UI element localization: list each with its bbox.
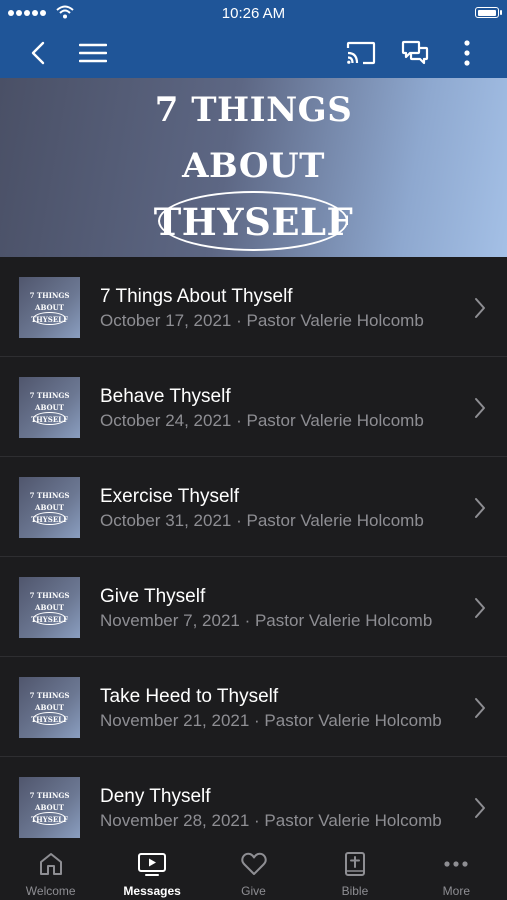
message-title: Give Thyself: [100, 586, 206, 607]
message-row[interactable]: 7 THINGS ABOUT THYSELF Exercise Thyself …: [0, 457, 507, 557]
thumbnail-line-3: THYSELF: [30, 815, 69, 824]
tab-label: Give: [241, 884, 266, 898]
message-title: Take Heed to Thyself: [100, 686, 279, 707]
menu-button[interactable]: [76, 28, 110, 78]
tab-label: Messages: [123, 884, 181, 898]
tab-bible[interactable]: Bible: [304, 845, 405, 900]
chevron-right-icon: [475, 398, 485, 418]
thumbnail-line-2: ABOUT: [35, 403, 64, 412]
chevron-right-icon: [475, 498, 485, 518]
thumbnail-line-1: 7 THINGS: [29, 591, 70, 600]
thumbnail-line-1: 7 THINGS: [29, 391, 70, 400]
message-row[interactable]: 7 THINGS ABOUT THYSELF Take Heed to Thys…: [0, 657, 507, 757]
hamburger-menu-icon: [79, 43, 107, 63]
back-button[interactable]: [22, 28, 54, 78]
thumbnail-line-2: ABOUT: [35, 503, 64, 512]
tab-label: Welcome: [25, 884, 76, 898]
thumbnail-line-3: THYSELF: [30, 415, 69, 424]
thumbnail-line-3: THYSELF: [30, 515, 69, 524]
thumbnail-line-1: 7 THINGS: [29, 691, 70, 700]
banner-line-2: ABOUT: [182, 146, 325, 186]
chevron-right-icon: [475, 698, 485, 718]
message-row[interactable]: 7 THINGS ABOUT THYSELF Deny Thyself Nove…: [0, 757, 507, 845]
message-title: Deny Thyself: [100, 786, 211, 807]
thumbnail-line-2: ABOUT: [35, 603, 64, 612]
cast-icon: [346, 41, 376, 65]
message-date-speaker: October 31, 2021 · Pastor Valerie Holcom…: [100, 511, 424, 530]
tab-label: More: [442, 884, 470, 898]
tab-welcome[interactable]: Welcome: [0, 845, 101, 900]
status-bar: 10:26 AM: [0, 0, 507, 28]
more-icon: [444, 861, 468, 867]
message-row[interactable]: 7 THINGS ABOUT THYSELF Behave Thyself Oc…: [0, 357, 507, 457]
thumbnail-line-3: THYSELF: [30, 315, 69, 324]
chat-button[interactable]: [398, 28, 432, 78]
heart-icon: [240, 852, 267, 875]
thumbnail-line-2: ABOUT: [35, 703, 64, 712]
message-date-speaker: November 28, 2021 · Pastor Valerie Holco…: [100, 811, 442, 830]
tab-label: Bible: [341, 884, 369, 898]
bottom-tab-bar: Welcome Messages Give Bible More: [0, 845, 507, 900]
overflow-menu-button[interactable]: [455, 28, 479, 78]
message-thumbnail: 7 THINGS ABOUT THYSELF: [19, 777, 80, 838]
chevron-right-icon: [475, 798, 485, 818]
bible-icon: [344, 852, 365, 876]
series-banner: 7 THINGS ABOUT THYSELF: [0, 78, 507, 257]
message-date-speaker: November 21, 2021 · Pastor Valerie Holco…: [100, 711, 442, 730]
message-title: Exercise Thyself: [100, 486, 240, 507]
message-thumbnail: 7 THINGS ABOUT THYSELF: [19, 277, 80, 338]
message-list: 7 THINGS ABOUT THYSELF 7 Things About Th…: [0, 257, 507, 845]
banner-line-1: 7 THINGS: [154, 90, 353, 130]
tab-give[interactable]: Give: [203, 845, 304, 900]
message-row[interactable]: 7 THINGS ABOUT THYSELF Give Thyself Nove…: [0, 557, 507, 657]
battery-icon: [475, 7, 502, 18]
tab-messages[interactable]: Messages: [101, 845, 202, 900]
message-thumbnail: 7 THINGS ABOUT THYSELF: [19, 577, 80, 638]
chevron-right-icon: [475, 298, 485, 318]
chevron-left-icon: [31, 41, 45, 65]
message-thumbnail: 7 THINGS ABOUT THYSELF: [19, 377, 80, 438]
chevron-right-icon: [475, 598, 485, 618]
vertical-more-icon: [464, 40, 470, 66]
banner-line-3: THYSELF: [153, 200, 354, 244]
message-thumbnail: 7 THINGS ABOUT THYSELF: [19, 477, 80, 538]
thumbnail-line-1: 7 THINGS: [29, 491, 70, 500]
nav-bar: [0, 28, 507, 78]
thumbnail-line-1: 7 THINGS: [29, 291, 70, 300]
message-title: 7 Things About Thyself: [100, 286, 293, 307]
message-thumbnail: 7 THINGS ABOUT THYSELF: [19, 677, 80, 738]
thumbnail-line-2: ABOUT: [35, 803, 64, 812]
chat-icon: [401, 40, 429, 65]
tab-more[interactable]: More: [406, 845, 507, 900]
cast-button[interactable]: [344, 28, 378, 78]
message-date-speaker: October 17, 2021 · Pastor Valerie Holcom…: [100, 311, 424, 330]
thumbnail-line-2: ABOUT: [35, 303, 64, 312]
thumbnail-line-3: THYSELF: [30, 615, 69, 624]
status-time: 10:26 AM: [221, 5, 286, 22]
thumbnail-line-1: 7 THINGS: [29, 791, 70, 800]
message-date-speaker: November 7, 2021 · Pastor Valerie Holcom…: [100, 611, 433, 630]
message-date-speaker: October 24, 2021 · Pastor Valerie Holcom…: [100, 411, 424, 430]
message-title: Behave Thyself: [100, 386, 231, 407]
thumbnail-line-3: THYSELF: [30, 715, 69, 724]
tv-icon: [138, 853, 167, 876]
app-header: 10:26 AM: [0, 0, 507, 78]
message-row[interactable]: 7 THINGS ABOUT THYSELF 7 Things About Th…: [0, 257, 507, 357]
home-icon: [39, 853, 62, 875]
